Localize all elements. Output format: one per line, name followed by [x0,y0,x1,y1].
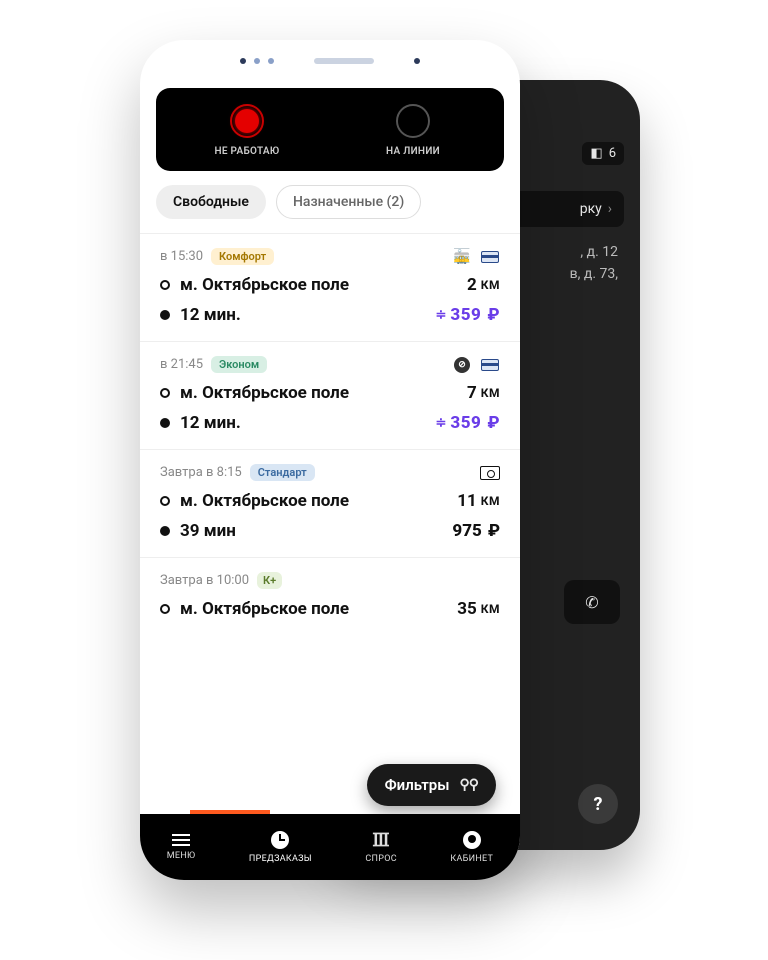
surge-icon: ≑ [436,416,445,431]
ruble-icon: ₽ [487,413,500,433]
foreground-phone: НЕ РАБОТАЮ НА ЛИНИИ Свободные Назначенны… [140,40,520,880]
door-icon: ◧ [590,146,602,161]
tariff-badge: Стандарт [250,464,315,481]
door-count: 6 [609,146,616,161]
status-online-option[interactable]: НА ЛИНИИ [330,104,496,157]
online-label: НА ЛИНИИ [386,146,440,157]
tariff-badge: Эконом [211,356,267,373]
nav-menu[interactable]: МЕНЮ [167,834,196,861]
order-address: м. Октябрьское поле [180,275,467,295]
orders-tabs: Свободные Назначенные (2) [140,171,520,233]
help-icon: ? [594,794,603,815]
cash-icon [480,465,500,481]
driver-status-toggle: НЕ РАБОТАЮ НА ЛИНИИ [156,88,504,171]
order-distance: 35 [457,599,477,619]
chevron-right-icon: › [608,201,612,217]
tab-assigned[interactable]: Назначенные (2) [276,185,421,219]
map-icon: Ⅲ [372,831,390,849]
order-duration: 12 мин. [180,305,436,325]
nav-menu-label: МЕНЮ [167,851,196,861]
scroll-indicator [190,810,270,814]
km-unit: КМ [481,494,500,508]
order-time: в 15:30 [160,249,203,264]
route-origin-icon [160,496,170,506]
order-address: м. Октябрьское поле [180,491,457,511]
sensor-dots [240,58,274,64]
order-distance: 7 [467,383,477,403]
order-distance: 2 [467,275,477,295]
offline-indicator-icon [230,104,264,138]
sliders-icon: ⚲⚲ [459,777,478,793]
phone-speaker-row [140,40,520,82]
order-feature-icons [480,465,500,481]
route-dest-icon [160,526,170,536]
ruble-icon: ₽ [487,305,500,325]
door-count-badge: ◧ 6 [582,142,624,165]
phone-icon: ✆ [585,593,598,612]
no-smoking-icon: ⊘ [452,357,472,373]
order-feature-icons: 🚋 [452,249,500,265]
camera-dot [414,58,420,64]
user-icon [463,831,481,849]
nav-cabinet-label: КАБИНЕТ [450,854,493,864]
order-price: 359 [450,305,481,325]
km-unit: КМ [481,602,500,616]
km-unit: КМ [481,386,500,400]
km-unit: КМ [481,278,500,292]
speaker-grill [314,58,374,64]
tariff-badge: К+ [257,572,282,589]
filters-label: Фильтры [385,776,450,794]
nav-demand-label: СПРОС [365,854,397,864]
order-address: м. Октябрьское поле [180,383,467,403]
order-time: в 21:45 [160,357,203,372]
surge-icon: ≑ [436,308,445,323]
offline-label: НЕ РАБОТАЮ [214,146,279,157]
bottom-nav: МЕНЮ ПРЕДЗАКАЗЫ Ⅲ СПРОС КАБИНЕТ [140,814,520,880]
route-dest-icon [160,418,170,428]
order-card[interactable]: в 15:30 Комфорт 🚋 м. Октябрьское поле 2 … [140,233,520,341]
order-duration: 39 мин [180,521,452,541]
nav-cabinet[interactable]: КАБИНЕТ [450,831,493,864]
order-time: Завтра в 8:15 [160,465,242,480]
card-icon [480,357,500,373]
nav-demand[interactable]: Ⅲ СПРОС [365,831,397,864]
orders-list[interactable]: в 15:30 Комфорт 🚋 м. Октябрьское поле 2 … [140,233,520,814]
card-icon [480,249,500,265]
nav-preorders-label: ПРЕДЗАКАЗЫ [249,854,312,864]
order-duration: 12 мин. [180,413,436,433]
order-address: м. Октябрьское поле [180,599,457,619]
status-offline-option[interactable]: НЕ РАБОТАЮ [164,104,330,157]
menu-icon [172,834,190,846]
tram-icon: 🚋 [452,249,472,265]
order-price: 975 [452,521,481,541]
order-distance: 11 [457,491,477,511]
tariff-badge: Комфорт [211,248,274,265]
order-card[interactable]: Завтра в 8:15 Стандарт м. Октябрьское по… [140,449,520,557]
order-feature-icons: ⊘ [452,357,500,373]
online-indicator-icon [396,104,430,138]
order-card[interactable]: Завтра в 10:00 К+ м. Октябрьское поле 35… [140,557,520,635]
route-origin-icon [160,388,170,398]
background-button-label: рку [580,201,602,217]
route-origin-icon [160,280,170,290]
order-card[interactable]: в 21:45 Эконом ⊘ м. Октябрьское поле 7 К… [140,341,520,449]
filters-button[interactable]: Фильтры ⚲⚲ [367,764,496,806]
ruble-icon: ₽ [488,521,500,541]
tab-free[interactable]: Свободные [156,185,266,219]
route-dest-icon [160,310,170,320]
route-origin-icon [160,604,170,614]
clock-icon [271,831,289,849]
help-button[interactable]: ? [578,784,618,824]
call-button[interactable]: ✆ [564,580,620,624]
nav-preorders[interactable]: ПРЕДЗАКАЗЫ [249,831,312,864]
order-time: Завтра в 10:00 [160,573,249,588]
order-price: 359 [450,413,481,433]
